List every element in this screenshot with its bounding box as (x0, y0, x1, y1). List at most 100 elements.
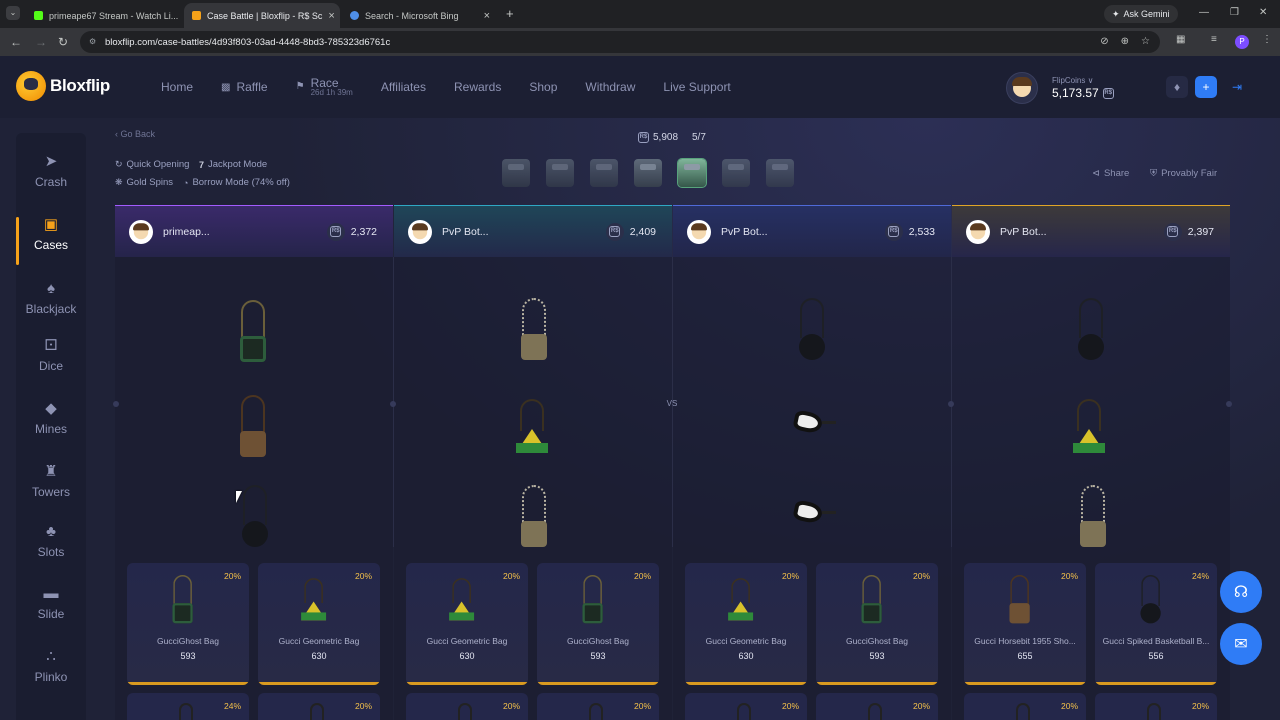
logout-icon[interactable]: ⇥ (1226, 76, 1248, 98)
item-card[interactable]: 20% Gucci Geometric Bag 630 (406, 563, 528, 685)
nav-rewards[interactable]: Rewards (440, 80, 515, 94)
item-card[interactable]: 20% (1095, 693, 1217, 720)
new-tab-icon[interactable]: + (506, 6, 514, 21)
reel-item-gucci-chain-bag (514, 298, 554, 368)
borrow-mode-toggle[interactable]: ◔ Borrow Mode (74% off) (183, 177, 290, 188)
close-window-icon[interactable]: ✕ (1259, 7, 1267, 18)
item-card[interactable]: 20% GucciGhost Bag 593 (127, 563, 249, 685)
item-card[interactable]: 20% (406, 693, 528, 720)
sidebar-item-slots[interactable]: ♣ Slots (16, 521, 86, 577)
nav-shop-label: Shop (529, 80, 558, 94)
provably-fair-button[interactable]: ⛨ Provably Fair (1150, 165, 1217, 181)
sidebar-item-mines[interactable]: ◆ Mines (16, 398, 86, 454)
item-card[interactable]: 20% (537, 693, 659, 720)
bag-image (589, 703, 603, 720)
url-text: bloxflip.com/case-battles/4d93f803-03ad-… (105, 36, 391, 48)
reel-item-gucci-geometric-bag (512, 395, 552, 465)
support-headset-button[interactable]: ☊ (1220, 571, 1262, 613)
sidebar-item-blackjack[interactable]: ♠ Blackjack (16, 278, 86, 334)
case-icon: ▣ (43, 216, 59, 233)
player-avatar[interactable] (687, 219, 711, 244)
minimize-icon[interactable]: — (1199, 7, 1209, 18)
tab-search-icon[interactable]: ⌄ (6, 6, 20, 20)
nav-home[interactable]: Home (147, 80, 207, 94)
reel-item-gucci-spiked-bag (1071, 298, 1111, 368)
refresh-icon: ↻ (115, 159, 123, 169)
nav-withdraw[interactable]: Withdraw (571, 80, 649, 94)
quick-opening-toggle[interactable]: ↻ Quick Opening (115, 159, 189, 170)
player-name: PvP Bot... (1000, 225, 1047, 238)
player-avatar[interactable] (129, 219, 153, 244)
nav-shop[interactable]: Shop (515, 80, 571, 94)
forward-arrow-icon[interactable]: → (35, 35, 47, 49)
bag-image (310, 703, 324, 720)
item-card[interactable]: 20% GucciGhost Bag 593 (816, 563, 938, 685)
sidebar-item-plinko[interactable]: ∴ Plinko (16, 646, 86, 702)
back-arrow-icon[interactable]: ← (10, 35, 22, 49)
site-info-icon[interactable]: ⚙ (89, 37, 99, 47)
player-avatar[interactable] (966, 219, 990, 244)
deposit-plus-button[interactable]: + (1195, 76, 1217, 98)
battle-cost: R$ 5,908 (638, 132, 678, 143)
item-card[interactable]: 20% GucciGhost Bag 593 (537, 563, 659, 685)
address-bar[interactable]: ⚙ bloxflip.com/case-battles/4d93f803-03a… (80, 31, 1160, 53)
browser-tab-kick[interactable]: primeape67 Stream - Watch Li... × (26, 3, 182, 28)
sidebar-item-slide[interactable]: ▬ Slide (16, 583, 86, 639)
nav-home-label: Home (161, 80, 194, 94)
bloxflip-logo[interactable]: Bloxflip (16, 71, 110, 101)
share-button[interactable]: ⊲ Share (1092, 165, 1129, 181)
bag-image (458, 703, 472, 720)
player-bar: primeap... R$ 2,372 (115, 205, 393, 257)
item-card[interactable]: 20% Gucci Geometric Bag 630 (258, 563, 380, 685)
go-back-link[interactable]: ‹ Go Back (115, 129, 155, 139)
user-avatar[interactable] (1006, 72, 1038, 104)
nav-raffle[interactable]: ▩ Raffle (207, 80, 282, 94)
sidebar-item-label: Slide (37, 607, 65, 621)
drop-chance: 20% (1191, 701, 1209, 711)
profile-avatar[interactable]: P (1235, 35, 1249, 49)
sidebar-item-towers[interactable]: ♜ Towers (16, 461, 86, 517)
browser-menu-icon[interactable]: ⋮ (1262, 34, 1272, 45)
drop-chance: 20% (1060, 571, 1078, 581)
close-tab-icon[interactable]: × (328, 10, 334, 22)
item-card[interactable]: 24% Gucci Spiked Basketball B... 556 (1095, 563, 1217, 685)
robux-coin-icon: R$ (326, 222, 345, 241)
item-card[interactable]: 24% (127, 693, 249, 720)
item-card[interactable]: 20% (816, 693, 938, 720)
item-card[interactable]: 20% Gucci Horsebit 1955 Sho... 655 (964, 563, 1086, 685)
nav-live-support[interactable]: Live Support (649, 80, 744, 94)
bag-image (1016, 703, 1030, 720)
sidebar-item-crash[interactable]: ➤ Crash (16, 151, 86, 207)
eye-off-icon[interactable]: ⊘ (1100, 36, 1108, 47)
chat-button[interactable]: ✉ (1220, 623, 1262, 665)
item-card[interactable]: 20% Gucci Geometric Bag 630 (685, 563, 807, 685)
item-card[interactable]: 20% (685, 693, 807, 720)
sidebar-item-dice[interactable]: ⚀ Dice (16, 335, 86, 391)
player-total-value: 2,372 (350, 225, 377, 238)
sidebar-item-cases[interactable]: ▣ Cases (16, 214, 86, 270)
reload-icon[interactable]: ↻ (58, 35, 68, 49)
notifications-bell-icon[interactable]: ♦ (1166, 76, 1188, 98)
nav-affiliates[interactable]: Affiliates (367, 80, 440, 94)
sidebar-item-label: Plinko (34, 670, 68, 684)
browser-tab-bloxflip[interactable]: Case Battle | Bloxflip - R$ Sc × (184, 3, 340, 28)
zoom-icon[interactable]: ⊕ (1121, 36, 1129, 47)
nav-race[interactable]: ⚑ Race 26d 1h 39m (282, 76, 367, 98)
balance-currency-dropdown[interactable]: FlipCoins ∨ (1052, 76, 1093, 85)
reel-item-gucci-ghost-bag (233, 300, 273, 370)
sidebar-item-label: Cases (33, 238, 68, 252)
extensions-icon[interactable]: ▦ (1176, 34, 1185, 45)
item-card[interactable]: 20% (964, 693, 1086, 720)
reading-list-icon[interactable]: ≡ (1211, 34, 1217, 45)
bookmark-star-icon[interactable]: ☆ (1141, 36, 1150, 47)
gold-spins-toggle[interactable]: ❋ Gold Spins (115, 177, 173, 188)
close-tab-icon[interactable]: × (484, 10, 490, 22)
jackpot-mode-toggle[interactable]: 7 Jackpot Mode (199, 159, 267, 170)
ask-gemini-button[interactable]: ✦ Ask Gemini (1104, 5, 1178, 23)
bag-image (1135, 575, 1166, 624)
avatar-face-icon (969, 222, 987, 239)
browser-tab-bing[interactable]: Search - Microsoft Bing × (342, 3, 498, 28)
player-avatar[interactable] (408, 219, 432, 244)
restore-icon[interactable]: ❐ (1230, 7, 1239, 18)
item-card[interactable]: 20% (258, 693, 380, 720)
